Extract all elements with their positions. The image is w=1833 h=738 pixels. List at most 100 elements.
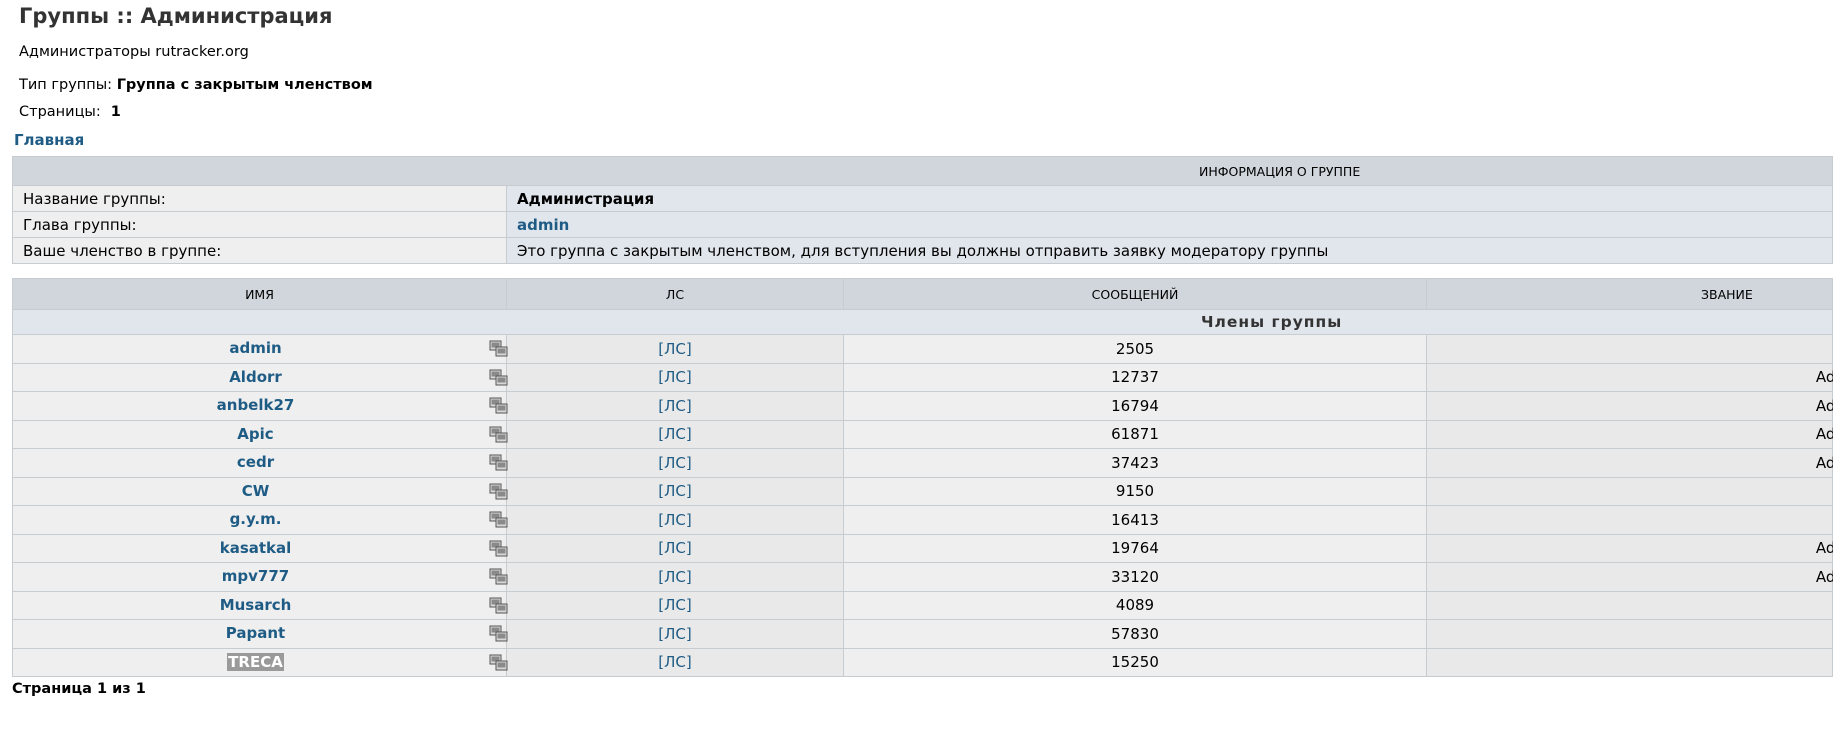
member-rank-cell: Admin [1426,619,1833,649]
member-name-link[interactable]: admin [229,339,281,357]
group-info-table: ИНФОРМАЦИЯ О ГРУППЕ Название группы: Адм… [12,156,1833,264]
member-row: TRECA [ЛС] 15250 Admin [12,647,1833,677]
message-icon[interactable] [489,540,509,558]
member-posts: 12737 [843,362,1427,392]
pm-link[interactable]: [ЛС] [658,454,691,472]
member-name-cell: mpv777 [12,562,509,592]
member-row: Apic [ЛС] 61871 Admin gray [12,419,1833,449]
message-icon[interactable] [489,597,509,615]
member-pm-cell: [ЛС] [506,476,844,506]
member-name-link[interactable]: cedr [237,453,274,471]
member-rank: Admin gray [1815,368,1833,387]
member-row: mpv777 [ЛС] 33120 Admin gray [12,562,1833,592]
member-pm-cell: [ЛС] [506,590,844,620]
group-type-label: Тип группы: [19,77,113,93]
column-header-posts[interactable]: СООБЩЕНИЙ [843,278,1427,310]
member-row: CW [ЛС] 9150 Admin [12,476,1833,506]
member-name-link[interactable]: Papant [226,624,285,642]
member-row: Aldorr [ЛС] 12737 Admin gray [12,362,1833,392]
pm-link[interactable]: [ЛС] [658,539,691,557]
member-row: Musarch [ЛС] 4089 Admin [12,590,1833,620]
member-pm-cell: [ЛС] [506,362,844,392]
member-name-cell: Papant [12,619,509,649]
pm-link[interactable]: [ЛС] [658,568,691,586]
message-icon[interactable] [489,483,509,501]
pm-link[interactable]: [ЛС] [658,340,691,358]
member-name-cell: TRECA [12,647,509,677]
member-pm-cell: [ЛС] [506,647,844,677]
message-icon[interactable] [489,369,509,387]
member-rank: Admin gray [1815,396,1833,415]
info-label: Ваше членство в группе: [12,237,507,264]
message-icon[interactable] [489,397,509,415]
message-icon[interactable] [489,426,509,444]
member-rank-cell: Admin [1426,476,1833,506]
pm-link[interactable]: [ЛС] [658,397,691,415]
member-rank-cell: Admin [1426,590,1833,620]
member-name-link[interactable]: Aldorr [229,368,282,386]
pages-info: Страницы: 1 [19,104,121,120]
member-rank: Admin [1558,596,1833,614]
member-name-link[interactable]: Musarch [220,596,292,614]
member-name-cell: Aldorr [12,362,509,392]
pm-link[interactable]: [ЛС] [658,368,691,386]
info-label: Название группы: [12,185,507,212]
info-row-leader: Глава группы: admin [12,211,1833,238]
pm-link[interactable]: [ЛС] [658,625,691,643]
member-pm-cell: [ЛС] [506,505,844,535]
group-info-header: ИНФОРМАЦИЯ О ГРУППЕ [12,156,1833,186]
member-row: admin [ЛС] 2505 Admin [12,334,1833,364]
member-pm-cell: [ЛС] [506,419,844,449]
member-posts: 9150 [843,476,1427,506]
member-posts: 4089 [843,590,1427,620]
member-name-link[interactable]: anbelk27 [217,396,295,414]
member-pm-cell: [ЛС] [506,334,844,364]
group-leader-link[interactable]: admin [517,216,569,234]
pm-link[interactable]: [ЛС] [658,596,691,614]
member-rank: Admin gray [1815,567,1833,586]
message-icon[interactable] [489,654,509,672]
column-header-name[interactable]: ИМЯ [12,278,507,310]
member-name-cell: Musarch [12,590,509,620]
member-name-cell: admin [12,334,509,364]
pagination-text: Страница 1 из 1 [12,681,146,697]
member-name-cell: anbelk27 [12,391,509,421]
member-rank: Admin gray [1815,453,1833,472]
pm-link[interactable]: [ЛС] [658,482,691,500]
member-name-link[interactable]: g.y.m. [230,510,282,528]
member-posts: 57830 [843,619,1427,649]
member-row: anbelk27 [ЛС] 16794 Admin gray [12,391,1833,421]
member-pm-cell: [ЛС] [506,562,844,592]
message-icon[interactable] [489,454,509,472]
membership-value: Это группа с закрытым членством, для вст… [506,237,1833,264]
member-rank-cell: Admin gray [1426,362,1833,392]
member-pm-cell: [ЛС] [506,533,844,563]
message-icon[interactable] [489,511,509,529]
member-posts: 19764 [843,533,1427,563]
pm-link[interactable]: [ЛС] [658,511,691,529]
member-rank-cell: Admin [1426,647,1833,677]
group-description: Администраторы rutracker.org [19,44,249,60]
message-icon[interactable] [489,625,509,643]
member-name-link[interactable]: TRECA [227,652,284,671]
member-rank-cell: Admin [1426,334,1833,364]
member-name-link[interactable]: Apic [237,425,273,443]
member-rank: Admin [1558,625,1833,643]
group-type-value: Группа с закрытым членством [116,77,373,93]
member-name-link[interactable]: mpv777 [222,567,289,585]
message-icon[interactable] [489,340,509,358]
column-header-rank[interactable]: ЗВАНИЕ [1426,278,1833,310]
message-icon[interactable] [489,568,509,586]
member-name-link[interactable]: CW [242,482,270,500]
member-rank-cell: Admin gray [1426,562,1833,592]
member-posts: 2505 [843,334,1427,364]
column-header-pm[interactable]: ЛС [506,278,844,310]
pm-link[interactable]: [ЛС] [658,653,691,671]
home-link[interactable]: Главная [14,131,84,149]
member-name-link[interactable]: kasatkal [220,539,292,557]
pm-link[interactable]: [ЛС] [658,425,691,443]
member-posts: 15250 [843,647,1427,677]
member-name-cell: g.y.m. [12,505,509,535]
member-rank-cell: Admin gray [1426,391,1833,421]
member-name-cell: kasatkal [12,533,509,563]
